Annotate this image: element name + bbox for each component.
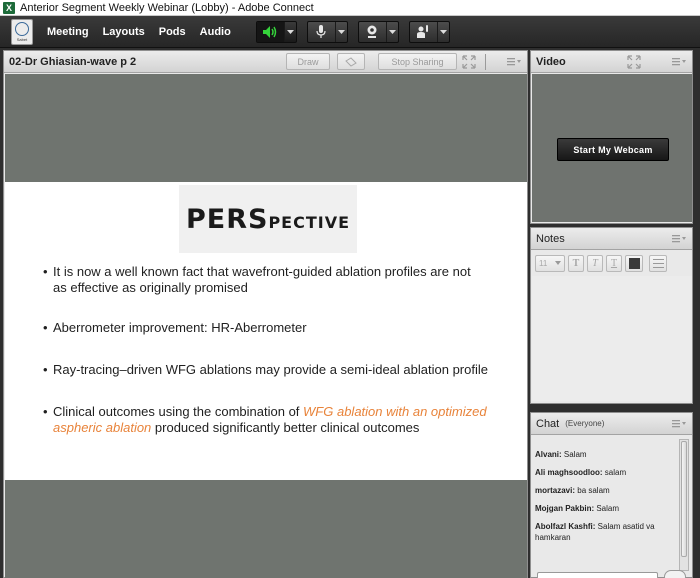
menu-pods[interactable]: Pods <box>159 26 186 38</box>
video-pod: Video Start My Webcam <box>530 50 693 224</box>
speaker-button[interactable] <box>255 20 297 43</box>
italic-button[interactable]: T <box>587 254 603 272</box>
window-title-bar: X Anterior Segment Weekly Webinar (Lobby… <box>0 0 700 16</box>
chat-scrollbar[interactable] <box>679 439 689 571</box>
chat-message: Alvani: Salam <box>535 450 587 459</box>
organization-logo: Sabet <box>11 18 33 45</box>
chat-scrollbar-thumb[interactable] <box>681 441 687 557</box>
notes-pod-title: Notes <box>536 232 565 245</box>
chat-pod-title: Chat <box>536 417 560 430</box>
shared-document-area: PERSPECTIVE • It is now a well known fact… <box>5 74 527 578</box>
stop-sharing-button[interactable]: Stop Sharing <box>378 53 457 70</box>
presentation-slide: PERSPECTIVE • It is now a well known fact… <box>5 182 527 480</box>
video-pod-menu-icon[interactable] <box>672 56 686 68</box>
font-size-select[interactable]: 11 <box>535 254 565 272</box>
chat-send-button[interactable] <box>664 570 686 578</box>
chat-pod-header: Chat (Everyone) <box>531 413 692 435</box>
slide-bullet-4: • Clinical outcomes using the combinatio… <box>43 404 487 435</box>
adobe-connect-window: X Anterior Segment Weekly Webinar (Lobby… <box>0 0 700 578</box>
adobe-connect-app-icon: X <box>3 1 15 14</box>
microphone-icon <box>308 22 335 42</box>
slide-title-text: PERSPECTIVE <box>185 203 351 235</box>
video-fullscreen-icon[interactable] <box>627 55 641 69</box>
webcam-dropdown-icon[interactable] <box>385 21 398 42</box>
notes-text-area[interactable] <box>532 276 692 401</box>
header-divider <box>485 54 486 70</box>
speaker-icon <box>256 21 284 42</box>
chat-pod-menu-icon[interactable] <box>672 418 686 430</box>
chat-message: Abolfazl Kashfi: Salam asatid va hamkara… <box>535 522 655 542</box>
pointer-icon <box>345 56 357 67</box>
menu-meeting[interactable]: Meeting <box>47 26 89 38</box>
webcam-icon <box>359 22 386 42</box>
raise-hand-dropdown-icon[interactable] <box>436 21 449 42</box>
underline-button[interactable]: T <box>606 254 622 272</box>
text-color-button[interactable] <box>625 254 643 272</box>
chat-message: mortazavi: ba salam <box>535 486 610 495</box>
list-icon <box>652 258 664 268</box>
chat-message-list: Alvani: Salam Ali maghsoodloo: salam mor… <box>535 449 681 569</box>
share-pod-header: 02-Dr Ghiasian-wave p 2 Draw Stop Sharin… <box>4 51 527 73</box>
raise-hand-button[interactable] <box>408 20 450 43</box>
start-webcam-button[interactable]: Start My Webcam <box>557 138 669 161</box>
bullet-list-button[interactable] <box>649 254 667 272</box>
notes-format-toolbar: 11 T T T <box>535 254 667 272</box>
draw-button[interactable]: Draw <box>286 53 330 70</box>
slide-bullet-3: • Ray-tracing–driven WFG ablations may pr… <box>43 362 488 377</box>
chat-audience: (Everyone) <box>565 419 605 428</box>
notes-pod-header: Notes <box>531 228 692 250</box>
meeting-menu-bar: Sabet Meeting Layouts Pods Audio <box>0 16 700 48</box>
video-area: Start My Webcam <box>532 74 692 222</box>
chat-message-input[interactable] <box>537 572 658 578</box>
speaker-dropdown-icon[interactable] <box>283 21 296 42</box>
share-pod-menu-icon[interactable] <box>507 56 521 68</box>
chat-message: Mojgan Pakbin: Salam <box>535 504 620 513</box>
microphone-dropdown-icon[interactable] <box>334 21 347 42</box>
chat-pod: Chat (Everyone) Alvani: Salam Ali maghso… <box>530 412 693 578</box>
menu-layouts[interactable]: Layouts <box>103 26 145 38</box>
window-title: Anterior Segment Weekly Webinar (Lobby) … <box>20 1 314 14</box>
pointer-tool-button[interactable] <box>337 53 365 70</box>
share-pod: 02-Dr Ghiasian-wave p 2 Draw Stop Sharin… <box>3 50 528 578</box>
chat-message: Ali maghsoodloo: salam <box>535 468 627 477</box>
color-swatch-icon <box>628 257 640 269</box>
bold-button[interactable]: T <box>568 254 584 272</box>
video-pod-title: Video <box>536 55 566 68</box>
slide-bullet-2: • Aberrometer improvement: HR-Aberrometer <box>43 320 307 335</box>
raise-hand-icon <box>410 22 437 42</box>
webcam-button[interactable] <box>357 20 399 43</box>
slide-title-image: PERSPECTIVE <box>179 185 357 253</box>
share-pod-title: 02-Dr Ghiasian-wave p 2 <box>9 55 137 68</box>
notes-pod-menu-icon[interactable] <box>672 233 686 245</box>
slide-bullet-1: • It is now a well known fact that wavefr… <box>43 264 471 295</box>
video-pod-header: Video <box>531 51 692 73</box>
chevron-down-icon <box>555 261 561 265</box>
notes-pod: Notes 11 T T T <box>530 227 693 404</box>
fullscreen-icon[interactable] <box>462 55 476 69</box>
menu-audio[interactable]: Audio <box>200 26 231 38</box>
microphone-button[interactable] <box>306 20 348 43</box>
